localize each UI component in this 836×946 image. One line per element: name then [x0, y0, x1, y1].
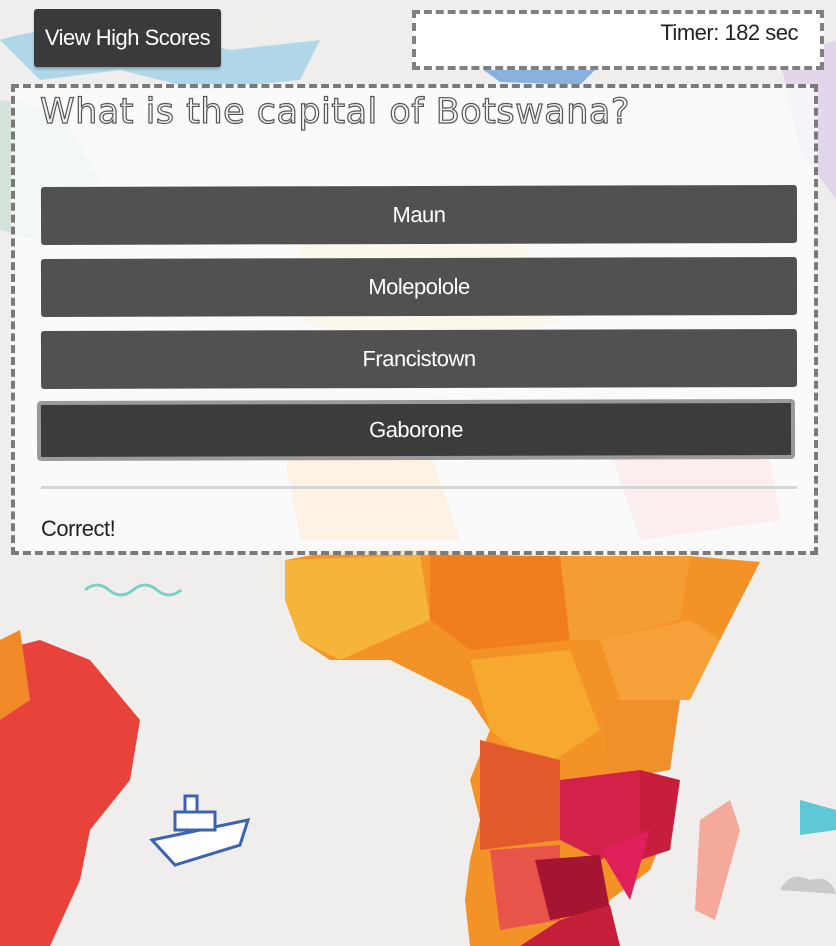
timer-box: Timer: 182 sec [412, 10, 824, 70]
answer-button-maun[interactable]: Maun [40, 185, 798, 245]
answer-button-molepolole[interactable]: Molepolole [40, 257, 798, 317]
divider [41, 486, 797, 489]
answer-button-gaborone[interactable]: Gaborone [36, 399, 796, 461]
feedback-text: Correct! [41, 516, 116, 541]
answer-button-francistown[interactable]: Francistown [40, 329, 798, 389]
timer-text: Timer: 182 sec [660, 20, 798, 45]
question-text: What is the capital of Botswana? [39, 91, 630, 132]
quiz-panel: What is the capital of Botswana? Maun Mo… [11, 84, 818, 555]
view-high-scores-button[interactable]: View High Scores [34, 9, 221, 67]
